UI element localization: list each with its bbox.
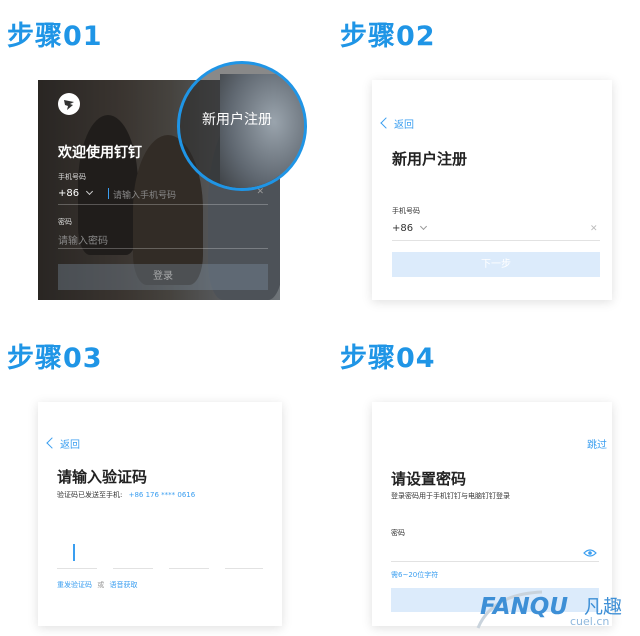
resend-code-link[interactable]: 重发验证码 <box>57 581 92 589</box>
next-button[interactable]: 下一步 <box>392 252 600 277</box>
code-sent-text: 验证码已发送至手机: +86 176 **** 0616 <box>57 490 195 500</box>
input-divider <box>392 240 600 241</box>
chevron-left-icon <box>380 117 392 129</box>
code-digit-underline <box>113 568 153 569</box>
password-label: 密码 <box>391 529 405 537</box>
back-button[interactable]: 返回 <box>380 116 414 131</box>
next-button-label: 下一步 <box>481 259 511 270</box>
input-divider <box>58 248 268 249</box>
chevron-down-icon <box>420 222 428 231</box>
skip-button[interactable]: 跳过 <box>587 436 607 451</box>
country-code-select[interactable]: +86 <box>58 187 94 199</box>
resend-options: 重发验证码 或 语音获取 <box>57 580 137 590</box>
phone-input[interactable] <box>434 222 594 236</box>
country-code-value: +86 <box>392 223 414 234</box>
text-cursor <box>108 188 109 199</box>
password-input[interactable] <box>391 540 596 558</box>
verify-title: 请输入验证码 <box>57 468 148 486</box>
input-divider <box>391 561 599 562</box>
masked-phone-number: +86 176 **** 0616 <box>128 491 196 499</box>
clear-icon[interactable]: ✕ <box>590 224 598 234</box>
back-label: 返回 <box>394 120 414 131</box>
watermark-domain: cuel.cn <box>570 615 610 628</box>
step-03-title: 步骤03 <box>7 343 103 374</box>
country-code-select[interactable]: +86 <box>392 222 428 234</box>
step-01-title: 步骤01 <box>7 21 103 52</box>
step-04-title: 步骤04 <box>340 343 436 374</box>
login-button[interactable]: 登录 <box>58 264 268 290</box>
password-input[interactable]: 请输入密码 <box>58 232 108 247</box>
zoom-highlight-circle: 新用户注册 <box>177 61 307 191</box>
dingtalk-logo <box>58 93 80 115</box>
new-user-register-link[interactable]: 新用户注册 <box>202 109 272 129</box>
input-divider <box>58 204 268 205</box>
set-password-title: 请设置密码 <box>391 470 467 488</box>
password-hint: 需6~20位字符 <box>391 571 439 579</box>
code-sent-label: 验证码已发送至手机: <box>57 491 123 499</box>
code-digit-underline <box>57 568 97 569</box>
login-button-label: 登录 <box>153 271 173 282</box>
watermark-brand: FANQU <box>480 594 569 620</box>
password-label: 密码 <box>58 218 72 226</box>
circle-photo <box>220 74 304 188</box>
password-subtitle: 登录密码用于手机钉钉与电脑钉钉登录 <box>391 492 510 500</box>
phone-label: 手机号码 <box>58 173 86 181</box>
code-digit-underline <box>225 568 263 569</box>
code-input[interactable] <box>57 540 263 572</box>
text-cursor <box>73 544 75 561</box>
chevron-left-icon <box>46 437 58 449</box>
fanqu-watermark-logo: FANQU 凡趣 cuel.cn <box>472 588 638 634</box>
back-label: 返回 <box>60 440 80 451</box>
or-text: 或 <box>97 581 105 589</box>
register-screen: 返回 新用户注册 手机号码 +86 ✕ 下一步 <box>372 80 612 300</box>
phone-placeholder: 请输入手机号码 <box>113 191 177 201</box>
welcome-title: 欢迎使用钉钉 <box>58 145 142 161</box>
voice-code-link[interactable]: 语音获取 <box>109 581 137 589</box>
verify-code-screen: 返回 请输入验证码 验证码已发送至手机: +86 176 **** 0616 重… <box>38 402 282 626</box>
back-button[interactable]: 返回 <box>46 436 80 451</box>
phone-label: 手机号码 <box>392 207 420 215</box>
country-code-value: +86 <box>58 188 80 199</box>
step-02-title: 步骤02 <box>340 21 436 52</box>
chevron-down-icon <box>86 187 94 196</box>
eye-icon[interactable] <box>583 543 597 562</box>
register-title: 新用户注册 <box>392 150 468 168</box>
code-digit-underline <box>169 568 209 569</box>
